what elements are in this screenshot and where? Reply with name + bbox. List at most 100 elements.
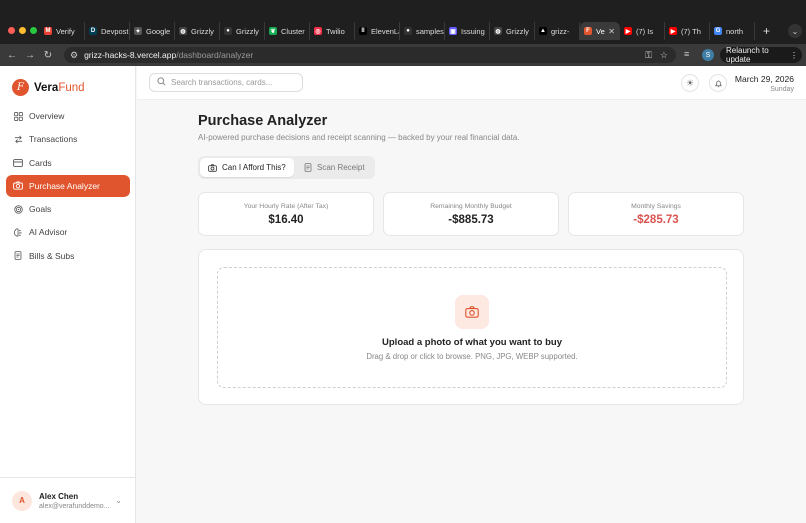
browser-tab-strip: M Verify D Devpost ✦ Google ◍ Grizzly ● Grizzly ❦ C… [0,0,806,44]
address-bar[interactable]: ⚙ grizz-hacks-8.vercel.app/dashboard/ana… [64,47,676,63]
browser-tab[interactable]: ● samples [400,22,445,40]
upload-card: Upload a photo of what you want to buy D… [198,249,744,405]
upload-hint: Drag & drop or click to browse. PNG, JPG… [366,352,578,361]
gmail-icon: M [44,27,52,35]
sidebar-item-ai-advisor[interactable]: AI Advisor [6,221,130,243]
bookmark-star-icon[interactable]: ☆ [660,50,668,61]
sidebar-item-label: Goals [29,204,52,215]
sidebar-item-cards[interactable]: Cards [6,152,130,174]
browser-tab[interactable]: ▣ Issuing [445,22,490,40]
user-menu[interactable]: A Alex Chen alex@verafunddemo... ⌄ [0,477,136,523]
browser-tab[interactable]: F Ve ✕ [580,22,620,40]
tab-can-i-afford-label: Can I Afford This? [222,163,286,172]
page-subtitle: AI-powered purchase decisions and receip… [198,133,520,142]
browser-tab[interactable]: ◎ Twilio [310,22,355,40]
more-vertical-icon: ⋮ [790,50,798,60]
app-topbar: Search transactions, cards... ☀ March 29… [137,66,806,100]
search-input[interactable]: Search transactions, cards... [149,73,303,92]
vercel-icon: ▲ [539,27,547,35]
sidebar-item-transactions[interactable]: Transactions [6,128,130,150]
browser-tab-label: Ve [596,26,605,36]
url-path: /dashboard/analyzer [176,50,254,60]
target-icon [13,204,23,214]
browser-tab-label: grizz- [551,26,570,36]
back-icon[interactable]: ← [3,50,21,61]
browser-tab[interactable]: ▲ grizz- [535,22,580,40]
brand-name: VeraFund [34,82,85,94]
receipt-icon [13,251,23,261]
new-tab-button[interactable]: + [763,24,770,38]
browser-tab[interactable]: ✦ Google [130,22,175,40]
browser-tab-label: Google [146,26,171,36]
close-tab-icon[interactable]: ✕ [608,27,615,36]
avatar: A [12,490,32,511]
tab-list: M Verify D Devpost ✦ Google ◍ Grizzly ● Grizzly ❦ C… [40,22,770,40]
notifications-bell-icon[interactable] [709,74,727,92]
stat-remaining-budget: Remaining Monthly Budget -$885.73 [383,192,559,236]
sidebar-item-label: Cards [29,157,52,168]
sidebar-item-goals[interactable]: Goals [6,198,130,220]
browser-tab-label: ElevenLabs [371,26,399,36]
sidebar: F VeraFund Overview Transactions Cards Purc… [0,66,136,523]
camera-icon [208,163,217,172]
minimize-window-button[interactable] [19,27,26,34]
user-email: alex@verafunddemo... [39,502,110,510]
forward-icon[interactable]: → [21,50,39,61]
sidebar-item-purchase-analyzer[interactable]: Purchase Analyzer [6,174,130,197]
site-settings-icon[interactable]: ⚙ [70,50,78,61]
browser-tab[interactable]: ▶ (7) Is [620,22,665,40]
browser-tab-label: Devpost [101,26,129,36]
tab-can-i-afford[interactable]: Can I Afford This? [200,158,294,177]
brain-icon [13,227,23,237]
tab-search-icon[interactable]: ⌄ [788,24,802,38]
reload-icon[interactable]: ↻ [39,50,57,61]
relaunch-button[interactable]: Relaunch to update ⋮ [720,46,802,64]
sidebar-item-label: Bills & Subs [29,250,75,261]
password-key-icon[interactable]: ⚿ [645,50,652,61]
browser-tab-label: Issuing [461,26,485,36]
browser-tab[interactable]: ◍ Grizzly [175,22,220,40]
maximize-window-button[interactable] [30,27,37,34]
sidebar-item-bills-subs[interactable]: Bills & Subs [6,245,130,267]
gemini-icon: ✦ [134,27,142,35]
extensions-icon[interactable]: ≡ [684,49,689,59]
theme-toggle-sun-icon[interactable]: ☀ [681,74,699,92]
browser-tab[interactable]: M Verify [40,22,85,40]
sidebar-item-label: Transactions [29,134,78,145]
browser-tab[interactable]: II ElevenLabs [355,22,400,40]
stat-value: -$885.73 [448,214,494,226]
brand[interactable]: F VeraFund [12,79,85,96]
brand-suffix: Fund [58,81,85,94]
close-window-button[interactable] [8,27,15,34]
browser-tab[interactable]: Gnorth [710,22,755,40]
page-title: Purchase Analyzer [198,113,328,129]
sidebar-item-label: AI Advisor [29,227,68,238]
browser-tab-label: Verify [56,26,75,36]
browser-tab-label: (7) Is [636,26,654,36]
browser-tab[interactable]: D Devpost [85,22,130,40]
relaunch-label: Relaunch to update [726,46,769,64]
stat-label: Monthly Savings [631,203,681,210]
sidebar-item-overview[interactable]: Overview [6,105,130,127]
stat-value: $16.40 [268,214,304,226]
profile-avatar[interactable]: S [702,49,714,61]
current-date: March 29, 2026 Sunday [735,74,794,93]
stat-label: Your Hourly Rate (After Tax) [243,203,329,210]
card-icon [13,158,23,168]
browser-toolbar: ← → ↻ ⚙ grizz-hacks-8.vercel.app/dashboa… [0,44,806,66]
arrows-icon [13,134,23,144]
browser-tab[interactable]: ❦ Cluster [265,22,310,40]
github-icon: ● [224,27,232,35]
brand-logo-icon: F [12,79,29,96]
sidebar-item-label: Overview [29,111,65,121]
tab-scan-receipt[interactable]: Scan Receipt [296,158,373,177]
browser-tab[interactable]: ▶ (7) Th [665,22,710,40]
search-icon [157,77,166,88]
brand-prefix: Vera [34,81,59,94]
browser-tab[interactable]: ● Grizzly [220,22,265,40]
photo-dropzone[interactable]: Upload a photo of what you want to buy D… [217,267,727,388]
browser-tab[interactable]: ◍ Grizzly [490,22,535,40]
browser-tab-label: Twilio [326,26,345,36]
url-host: grizz-hacks-8.vercel.app [84,50,177,60]
browser-tab-label: samples [416,26,444,36]
